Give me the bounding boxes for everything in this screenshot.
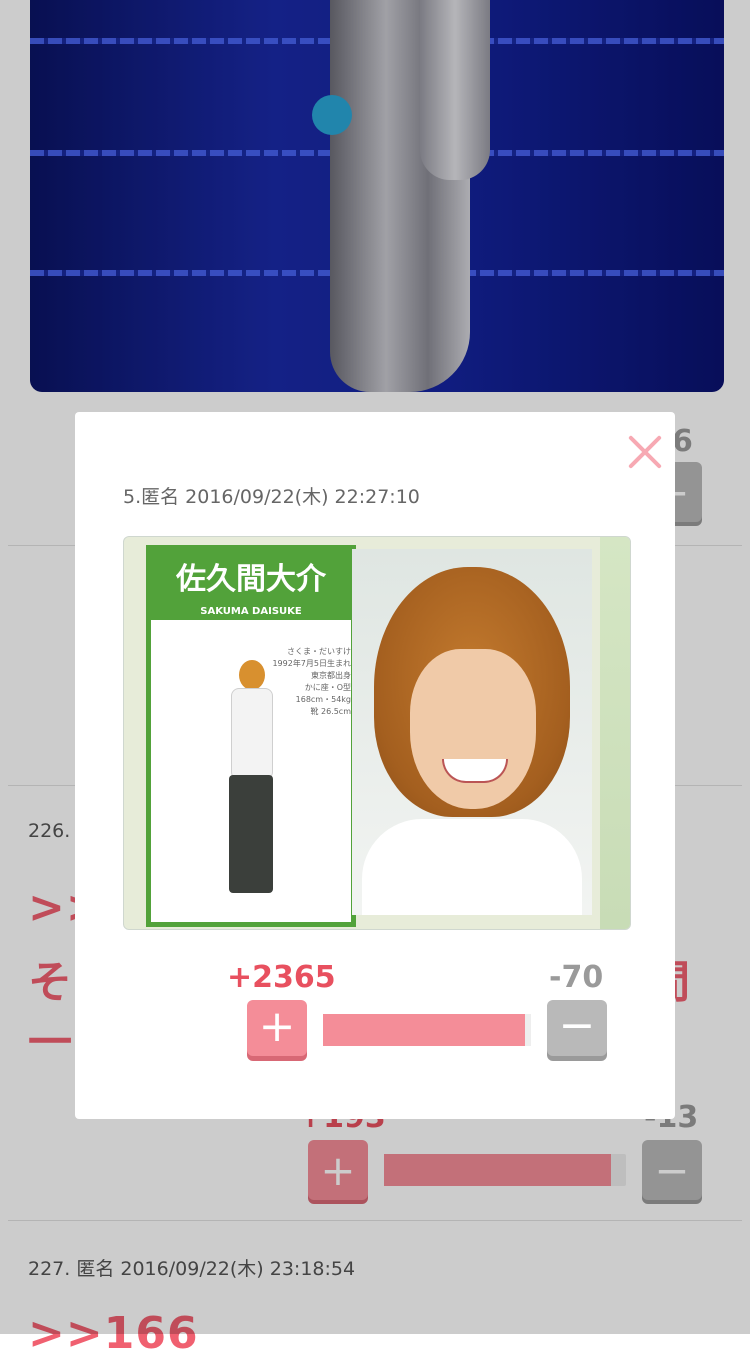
- plus-count: +2365: [227, 960, 336, 995]
- profile-line: 1992年7月5日生まれ: [272, 659, 351, 668]
- person-head: [239, 660, 265, 690]
- comment-meta: 5.匿名 2016/09/22(木) 22:27:10: [123, 486, 420, 508]
- vote-ratio-bar: [323, 1014, 531, 1046]
- plus-button[interactable]: +: [247, 1000, 307, 1056]
- person-shirt: [231, 688, 273, 780]
- person-pants: [229, 775, 273, 893]
- minus-count: -70: [549, 960, 604, 995]
- profile-line: かに座・O型: [304, 683, 351, 692]
- magazine-page-edge: [600, 537, 630, 929]
- portrait-face: [410, 649, 536, 809]
- profile-line: 靴 26.5cm: [310, 707, 351, 716]
- comment-modal: 5.匿名 2016/09/22(木) 22:27:10 佐久間大介 SAKUMA…: [75, 412, 675, 1119]
- portrait-shirt: [362, 819, 582, 915]
- profile-line: さくま・だいすけ: [287, 647, 351, 656]
- close-icon[interactable]: [623, 430, 667, 474]
- comment-image[interactable]: 佐久間大介 SAKUMA DAISUKE さくま・だいすけ 1992年7月5日生…: [123, 536, 631, 930]
- profile-line: 東京都出身: [311, 671, 351, 680]
- magazine-portrait: [352, 549, 592, 915]
- minus-button[interactable]: −: [547, 1000, 607, 1056]
- profile-line: 168cm・54kg: [295, 695, 351, 704]
- magazine-left-page: 佐久間大介 SAKUMA DAISUKE さくま・だいすけ 1992年7月5日生…: [146, 545, 356, 927]
- name-romaji: SAKUMA DAISUKE: [200, 606, 302, 617]
- profile-text: さくま・だいすけ 1992年7月5日生まれ 東京都出身 かに座・O型 168cm…: [269, 646, 357, 718]
- vote-ratio-fill: [323, 1014, 525, 1046]
